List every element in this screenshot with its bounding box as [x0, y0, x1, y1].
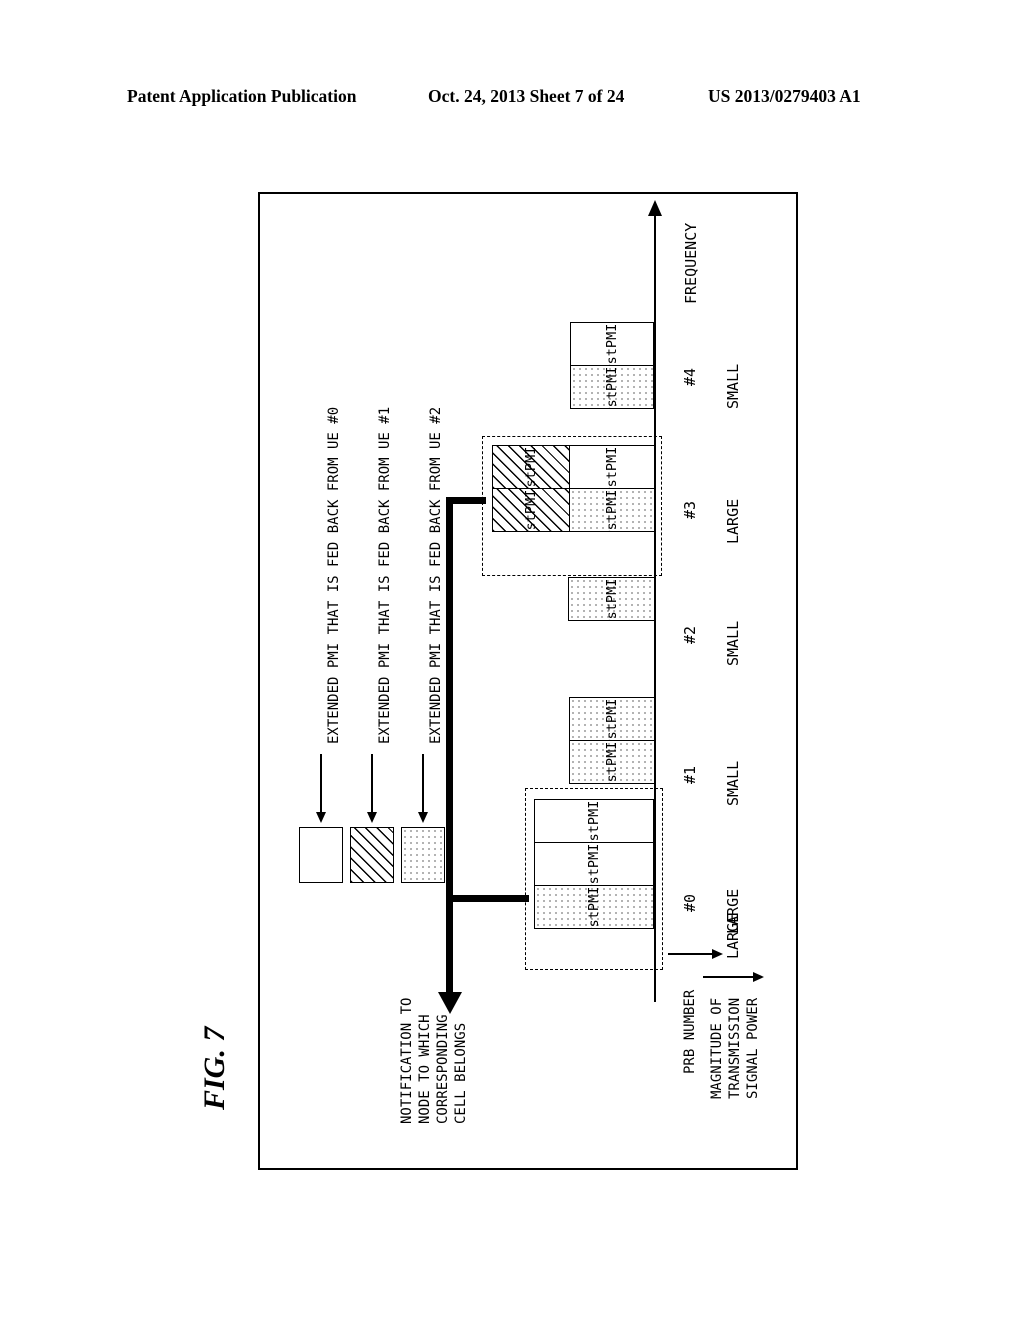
notification-bracket-stub-upper: [446, 497, 486, 504]
publication-number-label: US 2013/0279403 A1: [708, 86, 861, 106]
prb3-cell-0-label: WorstPMI #3: [523, 446, 539, 488]
power-axis-end-label: LARGE: [724, 913, 742, 959]
power-level-2: SMALL: [724, 620, 742, 666]
prb4-cell-0-label: WorstPMI #1: [604, 323, 620, 365]
prb0-cell-1: WorstPMI #0: [534, 842, 654, 886]
notification-bracket-spine: [446, 497, 453, 902]
prb1-cell-0: WorstPMI #5: [569, 697, 655, 741]
prb-axis-arrow-head: [712, 949, 723, 959]
prb3-cell-2: WorstPMI #9: [569, 445, 655, 489]
legend-label-dot: EXTENDED PMI THAT IS FED BACK FROM UE #2: [428, 406, 444, 744]
prb4-cell-0: WorstPMI #1: [570, 322, 654, 366]
notification-arrow-shaft: [446, 895, 453, 995]
prb0-cell-2-label: WorstPMI #3: [586, 886, 602, 928]
legend-arrow-head-1: [367, 812, 377, 823]
prb4-cell-1: WorstPMI #0: [570, 365, 654, 409]
prb3-cell-1-label: WorstPMI #0: [523, 489, 539, 531]
prb3-cell-1: WorstPMI #0: [492, 488, 570, 532]
prb0-cell-0: WorstPMI #5: [534, 799, 654, 843]
publication-type-label: Patent Application Publication: [127, 86, 357, 106]
power-axis-arrow-shaft: [703, 976, 757, 978]
legend-arrow-shaft-1: [371, 754, 373, 816]
prb0-cell-2: WorstPMI #3: [534, 885, 654, 929]
frequency-axis-label: FREQUENCY: [682, 222, 700, 304]
notification-note-line-2: CORRESPONDING: [435, 1014, 451, 1124]
power-axis-label-line-1: TRANSMISSION: [727, 997, 743, 1099]
legend-label-hatch: EXTENDED PMI THAT IS FED BACK FROM UE #1: [377, 406, 393, 744]
legend-swatch-plain: [299, 827, 343, 883]
legend-arrow-shaft-0: [320, 754, 322, 816]
figure-label-text: FIG. 7: [198, 1026, 231, 1110]
power-axis-arrow-head: [753, 972, 764, 982]
prb-tick-3: #3: [681, 500, 699, 519]
prb-tick-1: #1: [681, 765, 699, 784]
prb2-cell-0: WorstPMI #2: [568, 577, 655, 621]
legend-swatch-hatch: [350, 827, 394, 883]
legend-arrow-shaft-2: [422, 754, 424, 816]
prb0-cell-0-label: WorstPMI #5: [586, 800, 602, 842]
prb-tick-2: #2: [681, 625, 699, 644]
prb-axis-label: PRB NUMBER: [682, 989, 698, 1074]
notification-note-line-1: NODE TO WHICH: [417, 1014, 433, 1124]
prb3-cell-3: WorstPMI #8: [569, 488, 655, 532]
legend-arrow-head-2: [418, 812, 428, 823]
prb1-cell-1: WorstPMI #3: [569, 740, 655, 784]
prb3-cell-0: WorstPMI #3: [492, 445, 570, 489]
figure-frame: FREQUENCY WorstPMI #1 WorstPMI #0 WorstP…: [258, 192, 798, 1170]
notification-note-line-3: CELL BELONGS: [453, 1022, 469, 1124]
notification-note-line-0: NOTIFICATION TO: [399, 997, 415, 1124]
prb3-cell-3-label: WorstPMI #8: [604, 489, 620, 531]
notification-bracket-stub-lower: [446, 895, 529, 902]
power-axis-label-line-0: MAGNITUDE OF: [709, 997, 725, 1099]
legend-label-plain: EXTENDED PMI THAT IS FED BACK FROM UE #0: [326, 406, 342, 744]
prb1-cell-1-label: WorstPMI #3: [604, 741, 620, 783]
prb-axis-arrow-shaft: [668, 953, 716, 955]
prb4-cell-1-label: WorstPMI #0: [604, 366, 620, 408]
prb0-cell-1-label: WorstPMI #0: [586, 843, 602, 885]
legend-arrow-head-0: [316, 812, 326, 823]
prb2-cell-0-label: WorstPMI #2: [604, 578, 620, 620]
prb-tick-0: #0: [681, 893, 699, 912]
prb1-cell-0-label: WorstPMI #5: [604, 698, 620, 740]
power-level-3: LARGE: [724, 498, 742, 544]
legend-swatch-dot: [401, 827, 445, 883]
prb3-cell-2-label: WorstPMI #9: [604, 446, 620, 488]
page-header: Patent Application Publication Oct. 24, …: [0, 86, 1024, 116]
power-axis-label-line-2: SIGNAL POWER: [745, 997, 761, 1099]
prb-tick-4: #4: [681, 367, 699, 386]
power-level-1: SMALL: [724, 760, 742, 806]
publication-date-sheet-label: Oct. 24, 2013 Sheet 7 of 24: [428, 86, 625, 106]
notification-arrow-head: [438, 992, 462, 1014]
power-level-4: SMALL: [724, 363, 742, 409]
